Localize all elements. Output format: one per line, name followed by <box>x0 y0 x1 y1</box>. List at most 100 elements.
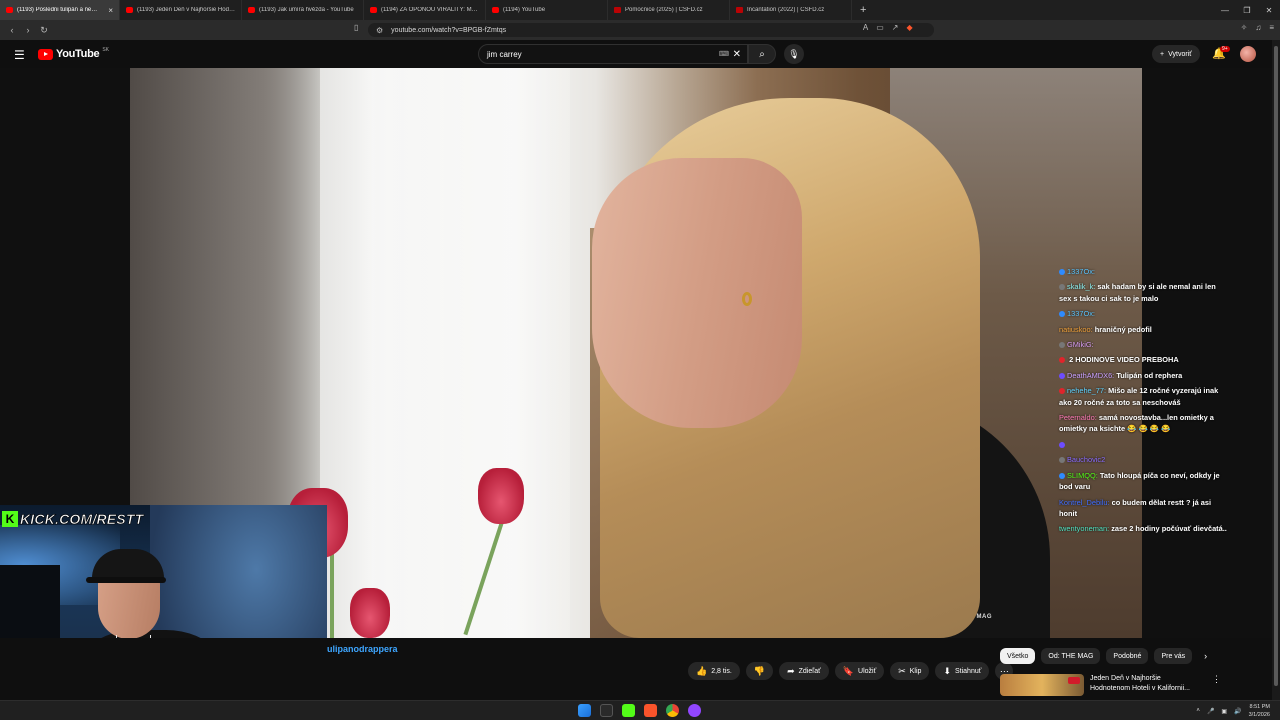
close-window-icon[interactable]: ✕ <box>1258 0 1280 20</box>
region-code: SK <box>102 47 109 53</box>
browser-tab[interactable]: (1193) Jeden Deň v Najhoršie Hodn… <box>120 0 242 20</box>
twitch-icon[interactable] <box>688 704 701 717</box>
clip-button[interactable]: ✂ Klip <box>890 662 930 680</box>
chat-badge-icon <box>1059 311 1065 318</box>
voice-search-button[interactable]: 🎙 <box>784 44 804 64</box>
mic-tray-icon[interactable]: 🎤 <box>1207 708 1214 715</box>
browser-toolbar-right: A ▭ ↗ ◆ ✧ ♫ ≡ <box>863 23 1274 32</box>
share-label: Zdieľať <box>798 667 821 675</box>
youtube-header: ☰ YouTube SK jim carrey ⌨ ✕ ⌕ 🎙 + Vytvor… <box>0 40 1280 68</box>
close-tab-icon[interactable]: × <box>108 6 113 15</box>
chat-badge-icon <box>1059 357 1065 364</box>
translate-icon[interactable]: A <box>863 23 868 32</box>
browser-tab[interactable]: (1194) YouTube <box>486 0 608 20</box>
bookmark-icon[interactable]: ▯ <box>354 23 358 32</box>
system-tray: ˄ 🎤 ▣ 🔊 8:51 PM 3/1/2026 <box>1196 703 1270 719</box>
minimize-icon[interactable]: — <box>1214 0 1236 20</box>
url-bar[interactable]: ⚙ youtube.com/watch?v=BPGB-fZmtqs <box>368 23 934 37</box>
recommended-title[interactable]: Jeden Deň v Najhoršie Hodnotenom Hoteli … <box>1090 674 1200 696</box>
filter-chip[interactable]: Podobné <box>1106 648 1149 664</box>
page-scrollbar[interactable] <box>1272 40 1280 700</box>
brave-shield-icon[interactable]: ◆ <box>906 23 912 32</box>
search-button[interactable]: ⌕ <box>748 44 776 64</box>
cast-icon[interactable]: ▭ <box>876 23 884 32</box>
clock-time: 8:51 PM <box>1249 704 1270 710</box>
chat-username: Peternaldo: <box>1059 413 1097 423</box>
recommended-thumbnail[interactable] <box>1000 674 1084 696</box>
chat-message: natiuskoo: hraničný pedofil <box>1059 324 1229 335</box>
filter-chip[interactable]: Všetko <box>1000 648 1036 664</box>
chrome-icon[interactable] <box>666 704 679 717</box>
dislike-button[interactable]: 👎 <box>745 662 774 680</box>
chat-badge-icon <box>1059 388 1065 395</box>
create-button[interactable]: + Vytvoriť <box>1152 45 1200 63</box>
recommended-more-icon[interactable]: ⋮ <box>1212 674 1221 696</box>
nav-buttons: ‹ › ↻ <box>0 24 50 36</box>
reload-icon[interactable]: ↻ <box>38 24 50 36</box>
extensions-icon[interactable]: ✧ <box>1241 23 1248 32</box>
browser-tab[interactable]: (1193) Posledni tulipán a ne… × <box>0 0 120 20</box>
keyboard-icon[interactable]: ⌨ <box>719 50 729 58</box>
chat-badge-icon <box>1059 472 1065 479</box>
youtube-play-icon <box>38 48 53 60</box>
network-icon[interactable]: ▣ <box>1221 708 1227 715</box>
site-info-icon[interactable]: ⚙ <box>376 26 383 35</box>
search-icon: ⌕ <box>759 48 765 60</box>
thumbs-up-icon: 👍 <box>696 665 708 676</box>
filter-chip[interactable]: Od: THE MAG <box>1041 648 1101 664</box>
media-icon[interactable]: ♫ <box>1255 23 1261 32</box>
chat-message: twentyoneman: zase 2 hodiny počúvať diev… <box>1059 523 1229 534</box>
save-button[interactable]: 🔖 Uložiť <box>834 662 885 680</box>
hamburger-menu-icon[interactable]: ☰ <box>14 48 25 62</box>
browser-tab[interactable]: (1193) Jak umírá hvězda - YouTube <box>242 0 364 20</box>
xbox-icon[interactable] <box>600 704 613 717</box>
forward-icon[interactable]: › <box>22 24 34 36</box>
taskbar-apps <box>578 704 701 717</box>
browser-tab[interactable]: Pomocnice (2025) | ČSFD.cz <box>608 0 730 20</box>
scrollbar-thumb[interactable] <box>1274 46 1278 686</box>
browser-tab[interactable]: Incantation (2022) | ČSFD.cz <box>730 0 852 20</box>
tab-title: (1194) ZA OPONOU VIRALITY: MELI… <box>381 7 479 13</box>
mic-icon: 🎙 <box>788 48 800 59</box>
brave-browser-icon[interactable] <box>644 704 657 717</box>
download-icon: ⬇ <box>943 665 951 676</box>
filter-chip[interactable]: Pre vás <box>1154 648 1193 664</box>
browser-tab[interactable]: (1194) ZA OPONOU VIRALITY: MELI… <box>364 0 486 20</box>
avatar[interactable] <box>1240 46 1256 62</box>
scene-tulip <box>350 588 390 638</box>
clock-date: 3/1/2026 <box>1248 712 1270 718</box>
tab-title: (1194) YouTube <box>503 7 546 13</box>
menu-icon[interactable]: ≡ <box>1269 23 1274 32</box>
channel-watermark: MAG <box>976 614 992 620</box>
new-tab-icon[interactable]: + <box>852 4 874 16</box>
chat-message: 1337Ox: <box>1059 266 1229 277</box>
maximize-icon[interactable]: ❐ <box>1236 0 1258 20</box>
bookmark-save-icon: 🔖 <box>842 665 855 676</box>
tray-chevron-icon[interactable]: ˄ <box>1196 708 1200 714</box>
save-label: Uložiť <box>858 667 877 675</box>
chips-next-icon[interactable]: › <box>1204 651 1207 661</box>
download-button[interactable]: ⬇ Stiahnuť <box>935 662 990 680</box>
search-input[interactable]: jim carrey ⌨ ✕ <box>478 44 748 64</box>
youtube-logo[interactable]: YouTube SK <box>38 47 109 60</box>
recommended-video[interactable]: Jeden Deň v Najhoršie Hodnotenom Hoteli … <box>1000 674 1221 696</box>
kick-app-icon[interactable] <box>622 704 635 717</box>
chat-message: GMikiG: <box>1059 339 1229 350</box>
address-bar-row: ‹ › ↻ ▯ ⚙ youtube.com/watch?v=BPGB-fZmtq… <box>0 20 1280 40</box>
chat-text: 2 HODINOVE VIDEO PREBOHA <box>1069 355 1179 365</box>
chat-badge-icon <box>1059 342 1065 349</box>
windows-start-icon[interactable] <box>578 704 591 717</box>
share-button[interactable]: ➦ Zdieľať <box>779 662 829 680</box>
back-icon[interactable]: ‹ <box>6 24 18 36</box>
like-button[interactable]: 👍 2,8 tis. <box>688 662 740 680</box>
chat-message: 1337Ox: <box>1059 308 1229 319</box>
video-title-link[interactable]: ulipanodrappera <box>327 644 398 654</box>
clip-label: Klip <box>909 667 922 675</box>
chat-message <box>1059 439 1229 450</box>
volume-icon[interactable]: 🔊 <box>1234 708 1241 715</box>
taskbar-clock[interactable]: 8:51 PM 3/1/2026 <box>1249 703 1270 719</box>
share-icon[interactable]: ↗ <box>892 23 899 32</box>
scene-window-light <box>320 68 570 638</box>
download-label: Stiahnuť <box>954 667 982 675</box>
clear-search-icon[interactable]: ✕ <box>733 49 741 60</box>
